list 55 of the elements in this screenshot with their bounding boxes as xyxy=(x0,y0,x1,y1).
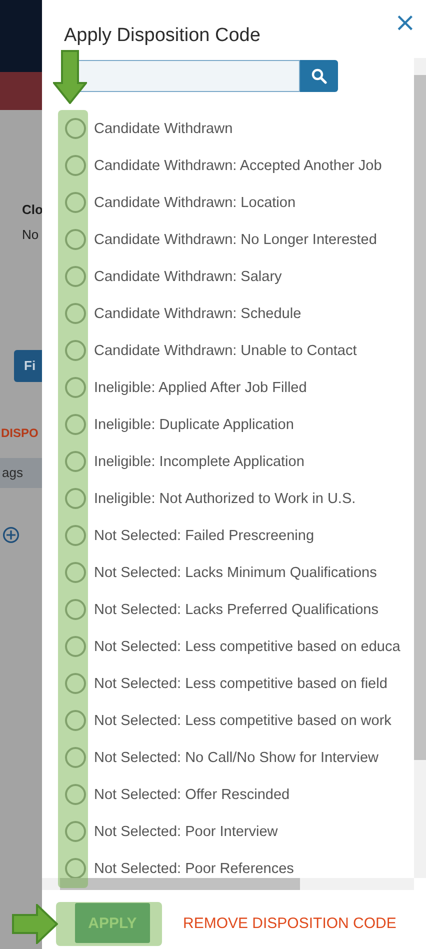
option-label[interactable]: Not Selected: Lacks Preferred Qualifications xyxy=(94,602,378,618)
option-label[interactable]: Ineligible: Duplicate Application xyxy=(94,416,294,432)
radio-button[interactable] xyxy=(65,673,86,694)
remove-link[interactable]: REMOVE DISPOSITION CODE xyxy=(183,914,396,932)
option-label[interactable]: Candidate Withdrawn: Unable to Contact xyxy=(94,342,357,358)
radio-button[interactable] xyxy=(65,155,86,176)
horizontal-scrollbar[interactable] xyxy=(42,878,414,890)
radio-button[interactable] xyxy=(65,451,86,472)
radio-button[interactable] xyxy=(65,710,86,731)
radio-button[interactable] xyxy=(65,192,86,213)
arrow-annotation-overlay xyxy=(12,904,58,944)
radio-button[interactable] xyxy=(65,562,86,583)
radio-button[interactable] xyxy=(65,599,86,620)
option-label[interactable]: Candidate Withdrawn: Location xyxy=(94,194,296,210)
search-button[interactable] xyxy=(300,60,338,92)
radio-button[interactable] xyxy=(65,636,86,657)
option-label[interactable]: Not Selected: Less competitive based on educa xyxy=(94,638,400,654)
radio-button[interactable] xyxy=(65,377,86,398)
option-label[interactable]: Not Selected: Poor Interview xyxy=(94,824,278,840)
radio-button[interactable] xyxy=(65,118,86,139)
radio-button[interactable] xyxy=(65,488,86,509)
radio-button[interactable] xyxy=(65,229,86,250)
radio-button[interactable] xyxy=(65,784,86,805)
option-label[interactable]: Candidate Withdrawn: Salary xyxy=(94,268,282,284)
option-label[interactable]: Candidate Withdrawn: Accepted Another Job xyxy=(94,158,382,174)
radio-button[interactable] xyxy=(65,266,86,287)
option-label[interactable]: Not Selected: No Call/No Show for Interview xyxy=(94,750,378,766)
close-button[interactable]: × xyxy=(390,10,420,36)
option-label[interactable]: Not Selected: Lacks Minimum Qualifications xyxy=(94,564,377,580)
option-label[interactable]: Not Selected: Failed Prescreening xyxy=(94,528,314,544)
nav-bar xyxy=(0,72,42,110)
dialog-title: Apply Disposition Code xyxy=(64,25,260,47)
header-bar xyxy=(0,0,42,72)
background-text: ags xyxy=(2,465,23,480)
option-label[interactable]: Ineligible: Applied After Job Filled xyxy=(94,380,307,396)
plus-icon xyxy=(2,526,20,544)
option-label[interactable]: Ineligible: Incomplete Application xyxy=(94,454,304,470)
radio-button[interactable] xyxy=(65,821,86,842)
option-label[interactable]: Candidate Withdrawn xyxy=(94,120,233,136)
option-label[interactable]: Candidate Withdrawn: No Longer Interested xyxy=(94,232,377,248)
radio-button[interactable] xyxy=(65,414,86,435)
radio-button[interactable] xyxy=(65,303,86,324)
option-label[interactable]: Not Selected: Less competitive based on field xyxy=(94,676,388,692)
radio-button[interactable] xyxy=(65,525,86,546)
option-label[interactable]: Not Selected: Offer Rescinded xyxy=(94,786,290,802)
vertical-scrollbar[interactable] xyxy=(414,58,426,878)
option-label[interactable]: Candidate Withdrawn: Schedule xyxy=(94,306,302,322)
background-text: No xyxy=(22,227,40,242)
option-label[interactable]: Not Selected: Less competitive based on work xyxy=(94,712,392,728)
option-label[interactable]: Ineligible: Not Authorized to Work in U.S. xyxy=(94,490,356,506)
search-icon xyxy=(311,68,327,84)
radio-button[interactable] xyxy=(65,340,86,361)
radio-button[interactable] xyxy=(65,747,86,768)
arrow-annotation-overlay xyxy=(53,50,87,104)
option-label[interactable]: Not Selected: Poor References xyxy=(94,860,294,876)
